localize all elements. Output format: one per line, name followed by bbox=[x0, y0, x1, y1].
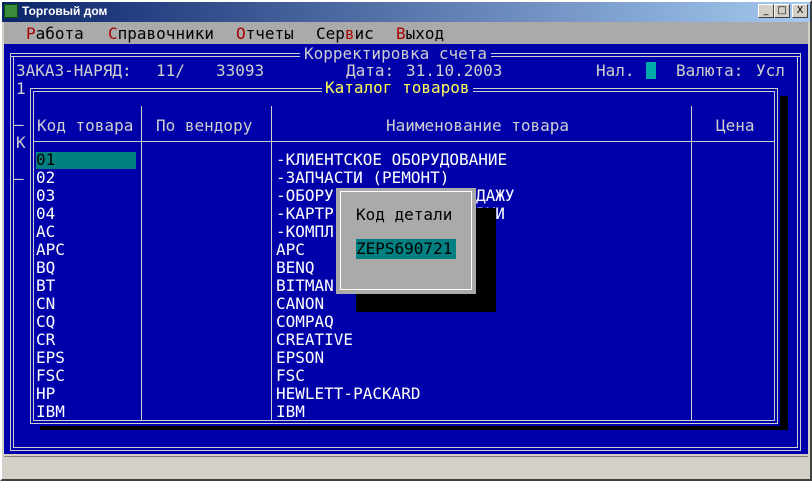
minimize-button[interactable]: _ bbox=[758, 4, 774, 18]
row-name[interactable]: -ЗАПЧАСТИ (РЕМОНТ) bbox=[276, 169, 449, 187]
header-divider bbox=[34, 141, 774, 142]
row-name-tail: ДАЖУ bbox=[476, 186, 515, 205]
column-header-code[interactable]: Код товара bbox=[37, 116, 133, 136]
row-name[interactable]: FSC bbox=[276, 367, 305, 385]
row-one-marker: 1 bbox=[16, 79, 26, 98]
part-code-label: Код детали bbox=[356, 205, 453, 224]
menu-rabota[interactable]: Работа bbox=[26, 24, 84, 44]
frame-line bbox=[774, 91, 775, 421]
frame-line bbox=[800, 53, 801, 451]
frame-line bbox=[797, 56, 798, 448]
frame-line bbox=[10, 450, 801, 451]
row-name[interactable]: -КАРТР bbox=[276, 205, 334, 223]
catalog-title: Каталог товаров bbox=[322, 79, 473, 97]
maximize-button[interactable]: □ bbox=[774, 4, 790, 18]
row-code[interactable]: CN bbox=[36, 295, 55, 313]
row-code[interactable]: CR bbox=[36, 331, 55, 349]
row-code[interactable]: APC bbox=[36, 241, 65, 259]
row-name[interactable]: -ОБОРУ bbox=[276, 187, 334, 205]
row-name[interactable]: APC bbox=[276, 241, 305, 259]
status-bar bbox=[4, 456, 808, 478]
row-code[interactable]: FSC bbox=[36, 367, 65, 385]
frame-line bbox=[30, 423, 778, 424]
menu-servis[interactable]: Сервис bbox=[316, 24, 374, 44]
row-name[interactable]: EPSON bbox=[276, 349, 324, 367]
column-divider bbox=[271, 106, 272, 420]
left-k-marker: К bbox=[16, 133, 26, 152]
row-name[interactable]: -КОМПЛ bbox=[276, 223, 334, 241]
row-name[interactable]: -КЛИЕНТСКОЕ ОБОРУДОВАНИЕ bbox=[276, 151, 507, 169]
column-divider bbox=[141, 106, 142, 420]
nal-label: Нал. bbox=[596, 61, 635, 80]
part-code-input[interactable]: ZEPS690721 bbox=[356, 239, 456, 259]
column-header-name[interactable]: Наименование товара bbox=[386, 116, 569, 136]
frame-line bbox=[10, 53, 11, 451]
currency-value[interactable]: Усл bbox=[756, 61, 785, 81]
row-code[interactable]: CQ bbox=[36, 313, 55, 331]
menu-spravochniki[interactable]: Справочники bbox=[108, 24, 214, 44]
nal-checkbox[interactable] bbox=[646, 62, 656, 79]
frame-line bbox=[13, 447, 798, 448]
row-code[interactable]: 01 bbox=[36, 151, 55, 169]
column-divider bbox=[691, 106, 692, 420]
row-name[interactable]: CREATIVE bbox=[276, 331, 353, 349]
row-name[interactable]: CANON bbox=[276, 295, 324, 313]
row-name[interactable]: IBM bbox=[276, 403, 305, 421]
frame-line bbox=[777, 88, 778, 424]
menu-bar: Работа Справочники Отчеты Сервис Выход bbox=[4, 22, 808, 44]
order-number-1[interactable]: 11/ bbox=[156, 61, 185, 81]
left-dash: – bbox=[14, 115, 24, 134]
window-title: Торговый дом bbox=[22, 4, 108, 18]
row-code[interactable]: 04 bbox=[36, 205, 55, 223]
order-label: ЗАКАЗ-НАРЯД: bbox=[16, 61, 132, 80]
row-code[interactable]: BT bbox=[36, 277, 55, 295]
row-code[interactable]: EPS bbox=[36, 349, 65, 367]
close-button[interactable]: X bbox=[792, 4, 808, 18]
row-code[interactable]: 03 bbox=[36, 187, 55, 205]
app-window: Торговый дом _ □ X Работа Справочники От… bbox=[0, 0, 812, 481]
app-icon bbox=[4, 4, 18, 18]
frame-line bbox=[33, 420, 775, 421]
left-dash: – bbox=[14, 169, 24, 188]
order-number-2[interactable]: 33093 bbox=[216, 61, 264, 81]
row-code[interactable]: 02 bbox=[36, 169, 55, 187]
row-code[interactable]: HP bbox=[36, 385, 55, 403]
row-name[interactable]: BENQ bbox=[276, 259, 315, 277]
row-name[interactable]: HEWLETT-PACKARD bbox=[276, 385, 421, 403]
frame-line bbox=[30, 88, 31, 424]
column-header-vendor[interactable]: По вендору bbox=[156, 116, 252, 136]
row-code[interactable]: AC bbox=[36, 223, 55, 241]
menu-otchety[interactable]: Отчеты bbox=[236, 24, 294, 44]
row-code[interactable]: IBM bbox=[36, 403, 65, 421]
row-code[interactable]: BQ bbox=[36, 259, 55, 277]
menu-vyhod[interactable]: Выход bbox=[396, 24, 444, 44]
column-header-price[interactable]: Цена bbox=[716, 116, 755, 136]
title-bar[interactable]: Торговый дом _ □ X bbox=[0, 0, 812, 22]
row-name[interactable]: BITMAN bbox=[276, 277, 334, 295]
currency-label: Валюта: bbox=[676, 61, 744, 80]
row-name[interactable]: COMPAQ bbox=[276, 313, 334, 331]
